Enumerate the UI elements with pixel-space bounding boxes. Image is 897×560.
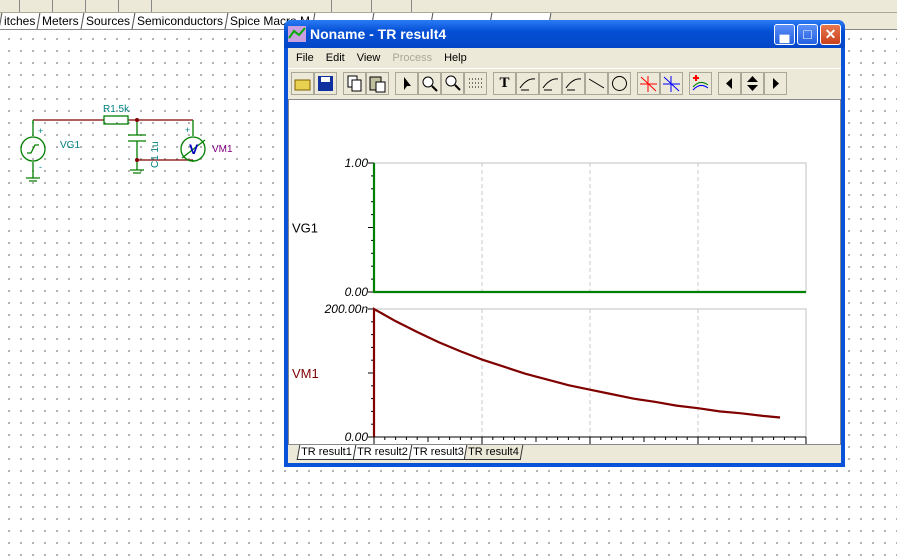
app-chart-icon xyxy=(288,26,306,42)
tab-sources[interactable]: Sources xyxy=(80,13,136,29)
cursor-b-cross-button[interactable] xyxy=(660,72,683,95)
r1-label: R1 5k xyxy=(103,104,130,115)
cursor-b-button[interactable] xyxy=(539,72,562,95)
series-label-vg1: VG1 xyxy=(292,221,318,236)
series-label-vm1: VM1 xyxy=(292,366,319,381)
menu-help[interactable]: Help xyxy=(438,52,473,64)
circle-button[interactable] xyxy=(608,72,631,95)
circle-icon xyxy=(612,76,627,91)
y-tick-label: 0.00 xyxy=(345,430,369,444)
zoom-in-button[interactable] xyxy=(418,72,441,95)
r1-resistor xyxy=(103,115,129,125)
cursor-a-button[interactable] xyxy=(516,72,539,95)
arrow-up-down-icon xyxy=(747,76,758,91)
y-tick-label: 0.00 xyxy=(345,285,369,299)
tab-semiconductors[interactable]: Semiconductors xyxy=(131,13,229,29)
menu-file[interactable]: File xyxy=(290,52,320,64)
save-icon xyxy=(318,76,333,91)
cursor-b-cross-icon xyxy=(663,76,680,92)
copy-button[interactable] xyxy=(343,72,366,95)
open-icon xyxy=(294,79,311,91)
svg-text:-: - xyxy=(39,162,42,172)
chart: 0.001.00VG10.00200.00nVM10.002.50m5.00m7… xyxy=(292,156,828,484)
vg1-label: VG1 xyxy=(60,140,80,151)
add-curve-icon xyxy=(692,75,709,91)
close-button[interactable]: ✕ xyxy=(820,23,841,45)
minimize-button[interactable]: ▄ xyxy=(774,23,795,45)
tab-tr-result3[interactable]: TR result3 xyxy=(408,445,468,460)
zoom-in-icon xyxy=(422,76,438,92)
arrow-right-button[interactable] xyxy=(764,72,787,95)
menu-view[interactable]: View xyxy=(351,52,387,64)
meter-glyph: V xyxy=(189,141,199,157)
arrow-left-icon xyxy=(726,78,732,89)
arrow-up-down-button[interactable] xyxy=(741,72,764,95)
text-button[interactable]: T xyxy=(493,72,516,95)
menu-process: Process xyxy=(392,52,433,64)
c1-label: C1 1u xyxy=(150,141,161,168)
tab-meters[interactable]: Meters xyxy=(36,13,85,29)
grid-icon xyxy=(469,78,483,88)
y-tick-label: 1.00 xyxy=(345,156,369,170)
add-curve-button[interactable] xyxy=(689,72,712,95)
curve-label-button[interactable] xyxy=(562,72,585,95)
component-toolbar xyxy=(0,0,897,13)
close-icon: ✕ xyxy=(824,25,837,42)
series-line-vm1 xyxy=(372,307,781,437)
pointer-button[interactable] xyxy=(395,72,418,95)
grid-button[interactable] xyxy=(464,72,487,95)
vm1-label: VM1 xyxy=(212,144,233,155)
zoom-100-icon xyxy=(445,75,461,91)
save-button[interactable] xyxy=(314,72,337,95)
pointer-icon xyxy=(404,77,411,90)
cursor-b-icon xyxy=(542,78,559,91)
y-tick-label: 200.00n xyxy=(324,302,369,316)
menu-bar: File Edit View Process Help xyxy=(288,48,841,68)
svg-text:+: + xyxy=(185,125,190,135)
toolbar: T xyxy=(288,68,841,98)
plot-area: 0.001.00VG10.00200.00nVM10.002.50m5.00m7… xyxy=(288,99,841,484)
copy-icon xyxy=(347,75,362,92)
line-icon xyxy=(588,78,605,89)
paste-icon xyxy=(369,76,386,93)
menu-edit[interactable]: Edit xyxy=(320,52,351,64)
line-button[interactable] xyxy=(585,72,608,95)
curve-label-icon xyxy=(565,78,582,91)
tab-tr-result2[interactable]: TR result2 xyxy=(352,445,412,460)
minimize-icon: ▄ xyxy=(779,26,790,42)
open-button[interactable] xyxy=(291,72,314,95)
cursor-a-icon xyxy=(519,78,536,91)
text-icon: T xyxy=(499,75,510,91)
window-title: Noname - TR result4 xyxy=(310,26,447,42)
tab-tr-result4[interactable]: TR result4 xyxy=(463,445,524,460)
maximize-icon: □ xyxy=(803,26,812,42)
cursor-a-cross-button[interactable] xyxy=(637,72,660,95)
cursor-a-cross-icon xyxy=(640,76,657,92)
maximize-button[interactable]: □ xyxy=(797,23,818,45)
arrow-right-icon xyxy=(773,78,779,89)
title-bar[interactable]: Noname - TR result4 ▄ □ ✕ xyxy=(284,20,845,48)
result-tabs: TR result1 TR result2 TR result3 TR result4 xyxy=(288,445,841,463)
arrow-left-button[interactable] xyxy=(718,72,741,95)
paste-button[interactable] xyxy=(366,72,389,95)
svg-text:+: + xyxy=(38,126,43,136)
tab-tr-result1[interactable]: TR result1 xyxy=(296,445,357,460)
circuit-diagram: V + - + R1 5k VG1 VM1 C1 1u xyxy=(20,104,233,182)
result-window: Noname - TR result4 ▄ □ ✕ File Edit View… xyxy=(284,20,845,484)
tab-switches[interactable]: itches xyxy=(0,13,41,29)
zoom-100-button[interactable] xyxy=(441,72,464,95)
